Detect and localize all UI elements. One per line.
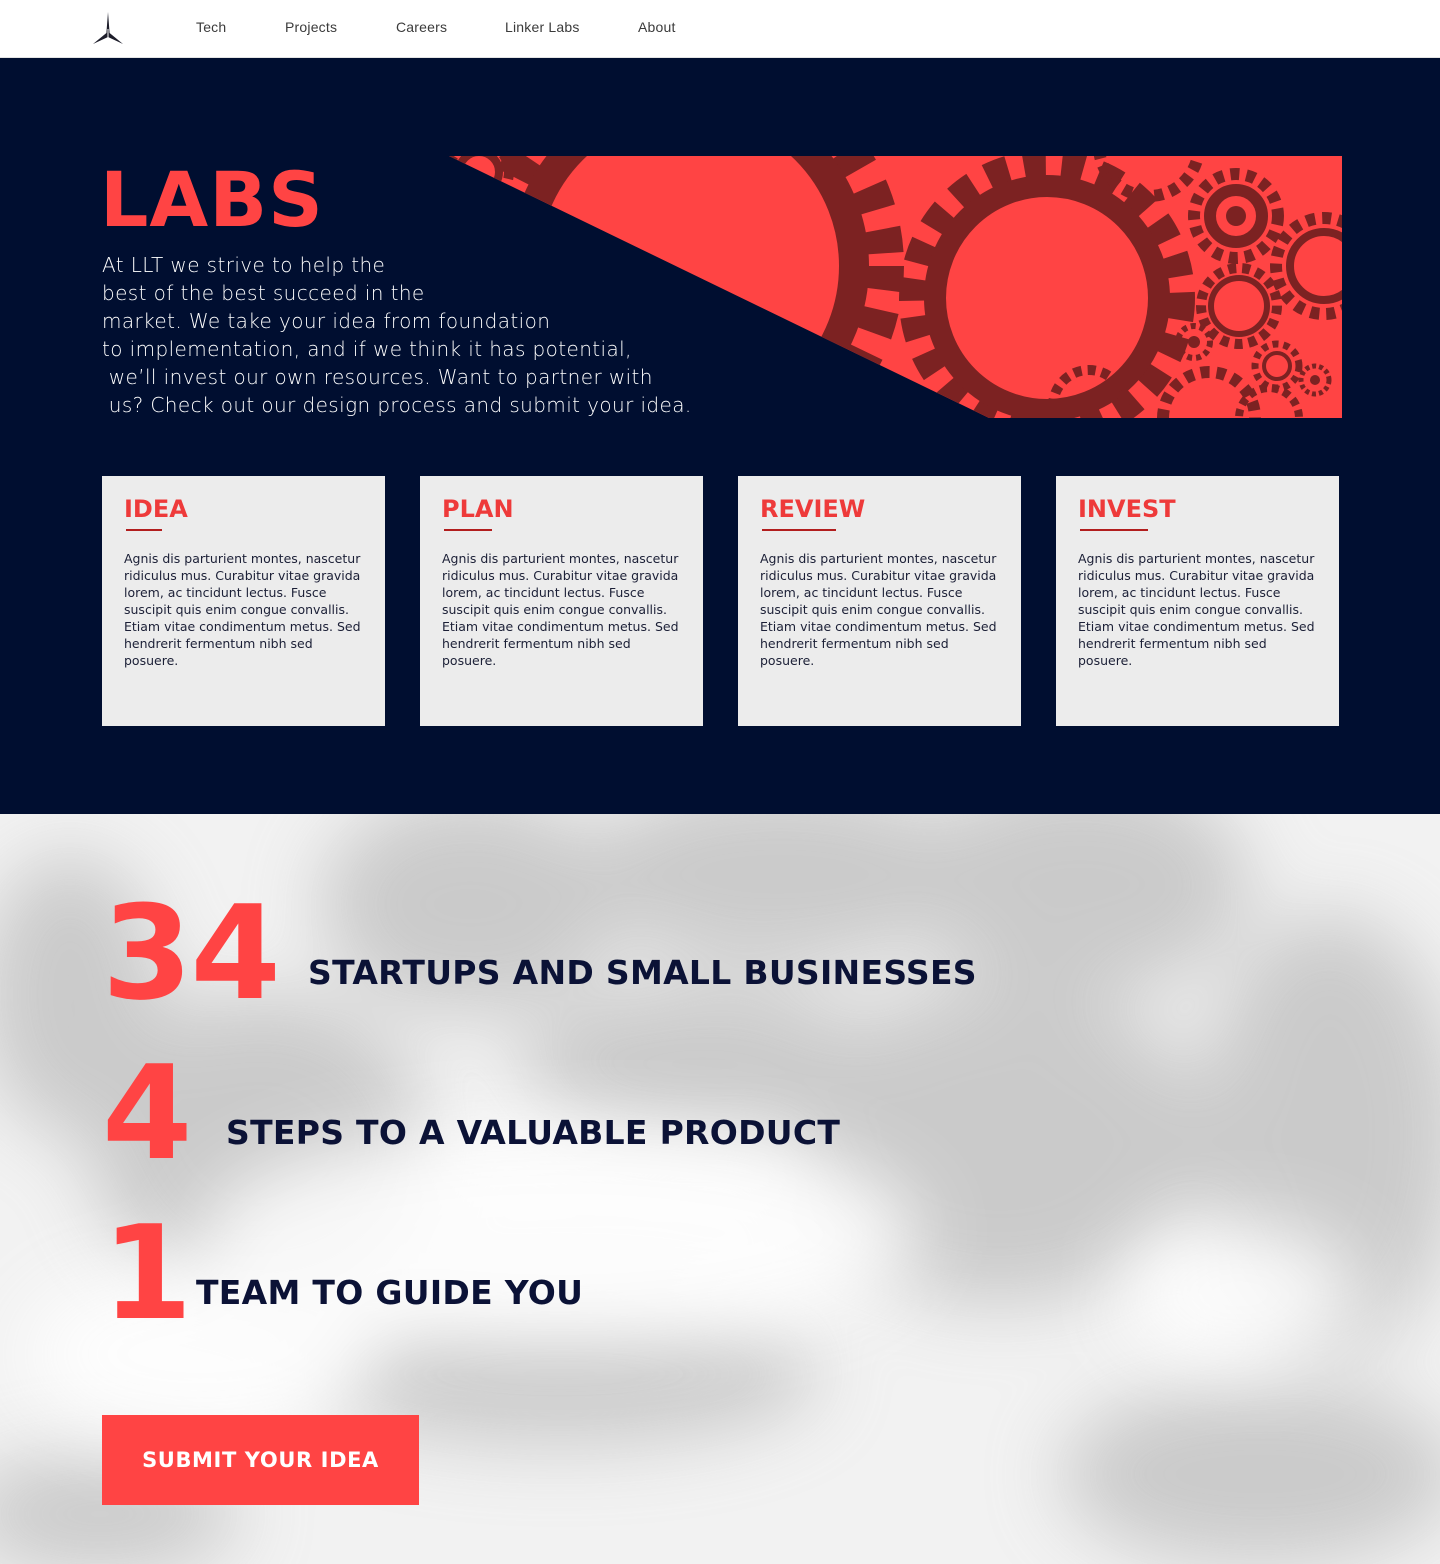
hero-description-line: we’ll invest our own resources. Want to … bbox=[102, 365, 653, 389]
compass-star-icon[interactable] bbox=[92, 11, 124, 47]
card-divider bbox=[444, 529, 492, 531]
card-body: Agnis dis parturient montes, nascetur ri… bbox=[760, 551, 997, 668]
process-card-invest: INVEST Agnis dis parturient montes, nasc… bbox=[1056, 476, 1339, 726]
process-card-plan: PLAN Agnis dis parturient montes, nascet… bbox=[420, 476, 703, 726]
nav-item-linker-labs[interactable]: Linker Labs bbox=[505, 19, 580, 35]
card-body: Agnis dis parturient montes, nascetur ri… bbox=[1078, 551, 1315, 668]
hero-description-line: to implementation, and if we think it ha… bbox=[102, 337, 632, 361]
process-card-review: REVIEW Agnis dis parturient montes, nasc… bbox=[738, 476, 1021, 726]
hero-description-line: best of the best succeed in the bbox=[102, 281, 425, 305]
nav-item-careers[interactable]: Careers bbox=[396, 19, 447, 35]
hero-description: At LLT we strive to help the best of the… bbox=[102, 251, 792, 419]
stat-label: STARTUPS AND SMALL BUSINESSES bbox=[308, 953, 977, 992]
stat-number: 1 bbox=[102, 1197, 192, 1349]
card-body: Agnis dis parturient montes, nascetur ri… bbox=[124, 551, 361, 668]
hero-description-line: At LLT we strive to help the bbox=[102, 253, 386, 277]
process-card-idea: IDEA Agnis dis parturient montes, nascet… bbox=[102, 476, 385, 726]
card-title: IDEA bbox=[124, 495, 188, 523]
stat-number: 34 bbox=[102, 877, 281, 1029]
hero-section: LABS At LLT we strive to help the best o… bbox=[0, 58, 1440, 814]
card-title: PLAN bbox=[442, 495, 514, 523]
nav-item-tech[interactable]: Tech bbox=[196, 19, 226, 35]
card-divider bbox=[126, 529, 162, 531]
stats-section: 34 STARTUPS AND SMALL BUSINESSES 4 STEPS… bbox=[0, 814, 1440, 1564]
submit-idea-button[interactable]: SUBMIT YOUR IDEA bbox=[102, 1415, 419, 1505]
stat-number: 4 bbox=[102, 1037, 192, 1189]
hero-description-line: market. We take your idea from foundatio… bbox=[102, 309, 551, 333]
nav-item-projects[interactable]: Projects bbox=[285, 19, 337, 35]
nav-item-about[interactable]: About bbox=[638, 19, 676, 35]
hero-description-line: us? Check out our design process and sub… bbox=[102, 393, 692, 417]
stat-label: TEAM TO GUIDE YOU bbox=[196, 1273, 584, 1312]
top-nav: Tech Projects Careers Linker Labs About bbox=[0, 0, 1440, 58]
card-body: Agnis dis parturient montes, nascetur ri… bbox=[442, 551, 679, 668]
page-title: LABS bbox=[100, 155, 324, 244]
card-divider bbox=[1080, 529, 1148, 531]
card-title: INVEST bbox=[1078, 495, 1176, 523]
stat-label: STEPS TO A VALUABLE PRODUCT bbox=[226, 1113, 841, 1152]
card-divider bbox=[762, 529, 836, 531]
card-title: REVIEW bbox=[760, 495, 866, 523]
